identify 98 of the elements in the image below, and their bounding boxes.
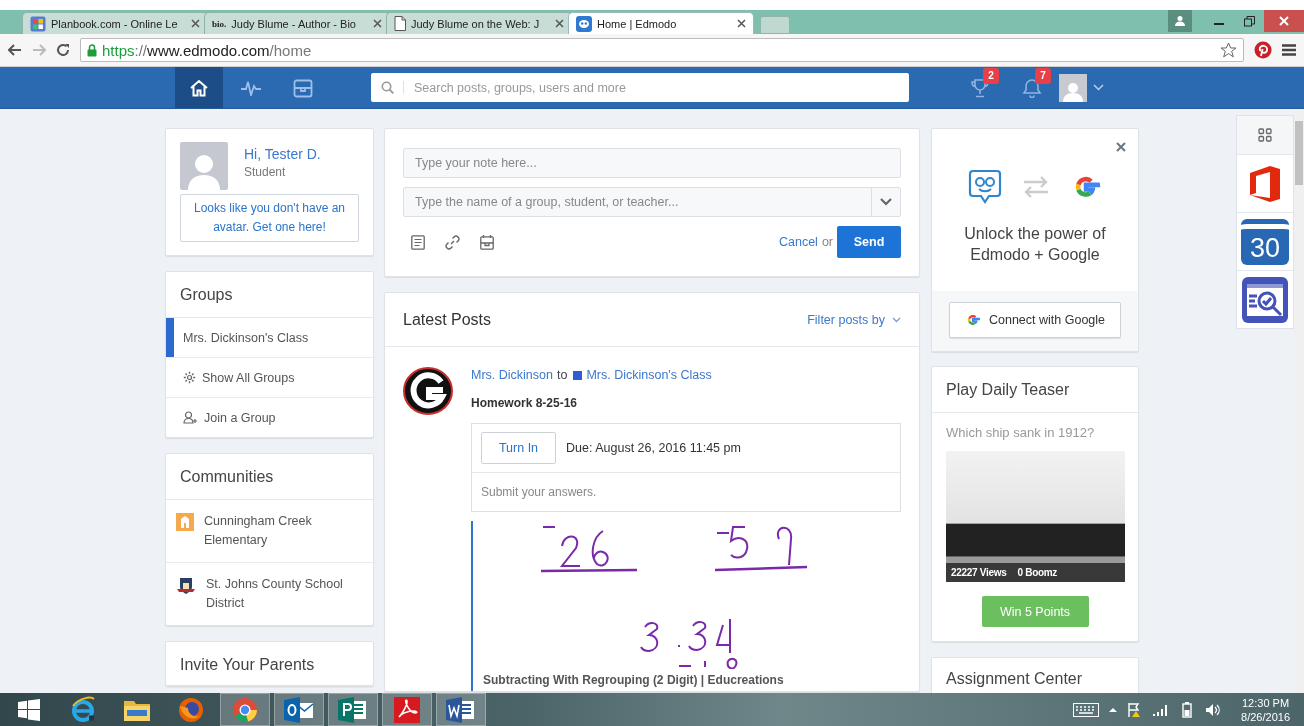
office-app-icon[interactable] xyxy=(1248,164,1282,203)
firefox-icon[interactable] xyxy=(177,695,205,724)
group-link[interactable]: Show All Groups xyxy=(166,358,373,398)
nav-tab[interactable] xyxy=(175,67,223,108)
group-link[interactable]: Mrs. Dickinson's Class xyxy=(166,318,373,358)
outlook-icon[interactable] xyxy=(284,696,314,723)
planner-icon xyxy=(293,77,313,98)
group-link[interactable]: Join a Group xyxy=(166,398,373,437)
bell-icon[interactable] xyxy=(1022,77,1042,98)
chrome-icon[interactable] xyxy=(231,695,259,724)
user-role: Student xyxy=(244,165,287,179)
edmodo-favicon-icon xyxy=(576,15,592,32)
review-app-icon[interactable] xyxy=(1241,275,1289,324)
or-label: or xyxy=(821,235,833,249)
close-icon[interactable] xyxy=(555,19,564,28)
recipient-field[interactable]: Type the name of a group, student, or teacher... xyxy=(403,187,901,217)
community-link[interactable]: St. Johns County School District xyxy=(206,575,363,613)
author-avatar xyxy=(403,367,453,415)
start-button[interactable] xyxy=(18,698,40,721)
lock-icon xyxy=(87,43,97,57)
grid-icon xyxy=(1258,128,1272,142)
keyboard-icon[interactable] xyxy=(1073,702,1100,717)
link-icon[interactable] xyxy=(445,234,460,250)
calendar-app-icon[interactable]: 30 xyxy=(1241,218,1289,265)
group-link[interactable]: Mrs. Dickinson's Class xyxy=(586,368,712,382)
boomz-count: 0 Boomz xyxy=(1017,567,1058,578)
card-title: Groups xyxy=(166,272,373,318)
clock[interactable]: 12:30 PM 8/26/2016 xyxy=(1241,695,1290,724)
signal-icon[interactable] xyxy=(1153,702,1170,717)
edmodo-logo-icon xyxy=(968,169,1002,205)
avatar xyxy=(180,142,228,190)
post-title: Homework 8-25-16 xyxy=(471,396,579,410)
publisher-icon[interactable] xyxy=(338,696,368,723)
get-avatar-button[interactable]: Looks like you don't have an avatar. Get one here! xyxy=(180,194,359,242)
scrollbar[interactable] xyxy=(1294,109,1304,694)
filter-posts-dropdown[interactable]: Filter posts by xyxy=(807,312,901,327)
address-field[interactable]: https://www.edmodo.com/home xyxy=(80,38,1244,62)
apps-grid-button[interactable] xyxy=(1237,116,1293,155)
author-link[interactable]: Mrs. Dickinson xyxy=(471,368,553,382)
card-title: Invite Your Parents xyxy=(166,642,373,688)
teaser-question: Which ship sank in 1912? xyxy=(946,425,1096,440)
attachment-title[interactable]: Subtracting With Regrouping (2 Digit) | Educreations xyxy=(483,673,901,687)
send-button[interactable]: Send xyxy=(837,226,901,258)
word-icon[interactable] xyxy=(446,696,476,723)
site-favicon: bio. xyxy=(212,18,227,29)
notification-count: 2 xyxy=(983,67,999,84)
recipient-label: to xyxy=(556,368,568,382)
due-date: Due: August 26, 2016 11:45 pm xyxy=(566,441,741,455)
home-icon xyxy=(189,78,209,97)
restore-button[interactable] xyxy=(1243,15,1255,27)
card-title: Communities xyxy=(166,454,373,500)
swap-arrows-icon xyxy=(1022,175,1050,199)
trophy-icon[interactable] xyxy=(970,77,990,98)
card-title: Assignment Center xyxy=(945,669,1084,688)
close-window-button[interactable] xyxy=(1264,10,1304,32)
gear-icon xyxy=(183,371,196,384)
planbook-favicon-icon xyxy=(30,15,46,32)
promo-text: Unlock the power of Edmodo + Google xyxy=(963,224,1107,265)
calendar-icon[interactable] xyxy=(480,234,494,250)
community-link[interactable]: Cunningham Creek Elementary xyxy=(204,512,363,550)
view-count: 22227 Views xyxy=(951,567,1007,578)
menu-icon[interactable] xyxy=(1282,44,1296,56)
avatar[interactable] xyxy=(1059,73,1087,102)
document-icon xyxy=(394,16,406,31)
connect-google-button[interactable]: Connect with Google xyxy=(949,302,1121,338)
add-person-icon xyxy=(183,411,198,424)
chevron-down-icon[interactable] xyxy=(880,198,892,206)
group-color-icon xyxy=(573,370,583,380)
person-icon xyxy=(1174,15,1186,27)
acrobat-icon[interactable] xyxy=(394,696,420,723)
close-icon[interactable] xyxy=(191,19,200,28)
user-profile-button[interactable] xyxy=(1168,10,1192,32)
reload-icon[interactable] xyxy=(56,43,70,57)
chevron-down-icon xyxy=(892,316,901,323)
close-icon[interactable] xyxy=(737,19,746,28)
district-crest-icon xyxy=(176,576,196,596)
pulse-icon xyxy=(240,79,262,96)
search-icon xyxy=(380,81,394,94)
note-field[interactable]: Type your note here... xyxy=(403,148,901,178)
card-title: Play Daily Teaser xyxy=(932,367,1138,413)
note-icon[interactable] xyxy=(411,234,425,250)
assignment-instructions: Submit your answers. xyxy=(480,484,598,501)
cancel-link[interactable]: Cancel xyxy=(778,235,818,249)
turn-in-button[interactable]: Turn In xyxy=(481,432,556,464)
volume-icon[interactable] xyxy=(1205,702,1222,717)
pinterest-icon[interactable] xyxy=(1254,41,1272,59)
close-icon[interactable] xyxy=(373,19,382,28)
back-icon[interactable] xyxy=(8,44,22,56)
greeting: Hi, Tester D. xyxy=(244,146,321,162)
close-icon xyxy=(1279,16,1289,26)
caret-up-icon[interactable] xyxy=(1109,706,1118,713)
internet-explorer-icon[interactable] xyxy=(69,695,97,724)
close-icon[interactable] xyxy=(1116,142,1126,152)
bookmark-star-icon[interactable] xyxy=(1220,41,1237,59)
school-icon xyxy=(176,513,194,531)
card-title: Latest Posts xyxy=(403,310,493,329)
notification-count: 7 xyxy=(1035,67,1051,84)
browser-tab[interactable]: Home | Edmodo xyxy=(568,12,754,34)
